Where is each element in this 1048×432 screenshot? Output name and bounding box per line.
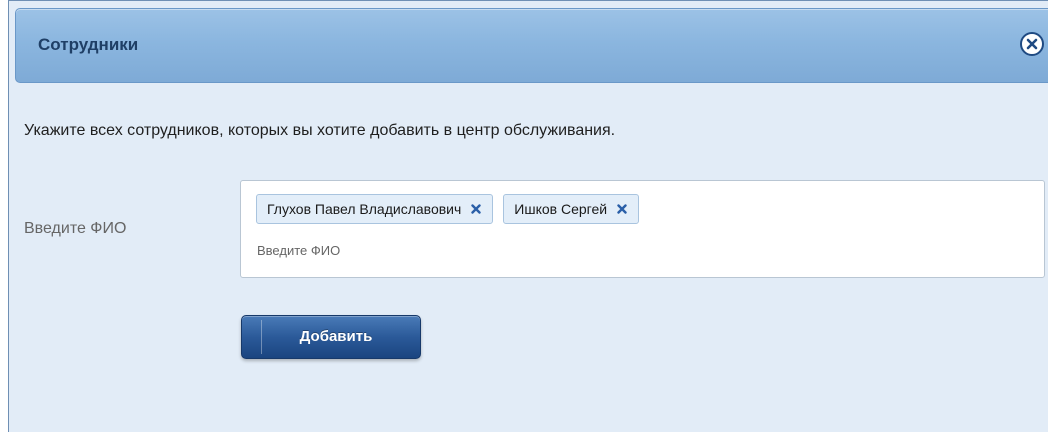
add-button[interactable]: Добавить bbox=[241, 315, 421, 359]
add-button-label: Добавить bbox=[299, 328, 373, 345]
employee-field-label: Введите ФИО bbox=[24, 220, 127, 237]
employee-search-input[interactable] bbox=[257, 239, 957, 261]
employee-tag-label: Глухов Павел Владиславович bbox=[267, 201, 462, 217]
employee-tag: Ишков Сергей bbox=[503, 194, 640, 224]
dialog-title: Сотрудники bbox=[38, 35, 139, 54]
employees-dialog: Сотрудники Укажите всех сотрудников, кот… bbox=[8, 0, 1048, 432]
employee-tag: Глухов Павел Владиславович bbox=[256, 194, 494, 224]
remove-x-icon[interactable] bbox=[615, 202, 629, 216]
employee-tag-input[interactable]: Глухов Павел Владиславович Ишков Сергей bbox=[240, 180, 1045, 278]
dialog-header: Сотрудники bbox=[15, 8, 1048, 83]
intro-text: Укажите всех сотрудников, которых вы хот… bbox=[24, 122, 616, 139]
selected-employees: Глухов Павел Владиславович Ишков Сергей bbox=[256, 194, 640, 224]
remove-x-icon[interactable] bbox=[469, 202, 483, 216]
close-icon[interactable] bbox=[1020, 32, 1044, 56]
employee-tag-label: Ишков Сергей bbox=[514, 201, 608, 217]
